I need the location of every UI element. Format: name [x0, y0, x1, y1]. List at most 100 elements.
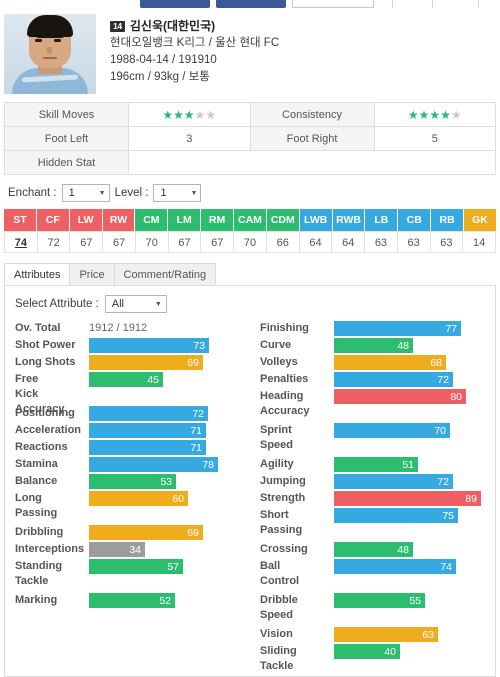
- attribute-value: 72: [437, 475, 449, 488]
- tab-price[interactable]: Price: [69, 263, 115, 285]
- attribute-name: Curve: [260, 339, 292, 351]
- cut-off-input[interactable]: [292, 0, 374, 8]
- attribute-name: Dribbling: [15, 526, 64, 538]
- attribute-bar: 51: [334, 457, 418, 472]
- attribute-value: 72: [192, 407, 204, 420]
- attribute-value: 89: [465, 492, 477, 505]
- attribute-row: Positioning 72: [5, 406, 250, 423]
- position-value-cf: 72: [37, 231, 71, 253]
- attribute-bar: 63: [334, 627, 438, 642]
- position-value-lm: 67: [168, 231, 202, 253]
- attribute-value: 80: [450, 390, 462, 403]
- attribute-value: 71: [190, 441, 202, 454]
- attribute-filter-label: Select Attribute :: [15, 298, 99, 310]
- attribute-value: 55: [409, 594, 421, 607]
- attribute-name: Agility: [260, 458, 294, 470]
- attribute-row: Shot Power 73: [5, 338, 250, 355]
- foot-right-value: 5: [373, 126, 496, 151]
- cut-off-cell-divider-3: [478, 0, 479, 8]
- attribute-bar: 72: [334, 372, 453, 387]
- player-club-line: 현대오일뱅크 K리그 / 울산 현대 FC: [110, 37, 280, 49]
- attribute-filter-select[interactable]: All ▼: [104, 295, 167, 313]
- chevron-down-icon: ▼: [190, 189, 198, 197]
- enchant-value: 1: [68, 187, 75, 199]
- attribute-bar: 71: [89, 440, 206, 455]
- attribute-bar: 48: [334, 338, 413, 353]
- attribute-name: Finishing: [260, 322, 309, 334]
- overall-total-row: Ov. Total 1912 / 1912: [5, 321, 250, 338]
- position-value-cdm: 66: [266, 231, 300, 253]
- attribute-row: Short Passing 75: [250, 508, 495, 536]
- position-label-lwb[interactable]: LWB: [299, 209, 333, 231]
- position-ratings: ST CF LW RW CM LM RM CAM CDM LWB RWB LB CB RB GK 74 72 6…: [4, 209, 497, 253]
- consistency-stars: ★★★★★: [373, 102, 496, 127]
- attribute-bar: 77: [334, 321, 461, 336]
- position-value-gk: 14: [463, 231, 497, 253]
- star-icon: ★: [183, 107, 195, 122]
- attribute-row: Curve 48: [250, 338, 495, 355]
- position-label-lb[interactable]: LB: [365, 209, 399, 231]
- position-value-rb: 63: [430, 231, 464, 253]
- cut-off-button-2[interactable]: [216, 0, 286, 8]
- star-icon: ★: [407, 107, 419, 122]
- attribute-name: Acceleration: [15, 424, 82, 436]
- attribute-name: Marking: [15, 594, 58, 606]
- attribute-bar: 48: [334, 542, 413, 557]
- position-value-lb: 63: [365, 231, 398, 253]
- attribute-value: 48: [397, 543, 409, 556]
- attribute-bar: 75: [334, 508, 458, 523]
- position-label-cb[interactable]: CB: [398, 209, 432, 231]
- tab-comment-rating[interactable]: Comment/Rating: [113, 263, 217, 285]
- attribute-row: Reactions 71: [5, 440, 250, 457]
- attribute-name: Short Passing: [260, 509, 303, 536]
- attribute-row: Ball Control 74: [250, 559, 495, 587]
- attribute-bar: 55: [334, 593, 425, 608]
- level-select[interactable]: 1 ▼: [153, 184, 202, 202]
- star-icon: ★: [205, 107, 217, 122]
- position-label-lm[interactable]: LM: [168, 209, 202, 231]
- position-label-lw[interactable]: LW: [69, 209, 103, 231]
- tab-attributes[interactable]: Attributes: [4, 263, 71, 285]
- player-name-line: 14 김신욱(대한민국): [110, 18, 279, 35]
- position-label-rw[interactable]: RW: [102, 209, 136, 231]
- attribute-value: 70: [434, 424, 446, 437]
- attributes-grid: Ov. Total 1912 / 1912 Shot Power 73 Long S…: [5, 319, 495, 676]
- attribute-row: Marking 52: [5, 593, 250, 610]
- attribute-value: 77: [445, 322, 457, 335]
- position-value-row: 74 72 67 67 70 67 67 70 66 64 64 63 63 63 14: [4, 231, 497, 253]
- position-label-rm[interactable]: RM: [201, 209, 235, 231]
- table-row: Hidden Stat: [4, 150, 496, 175]
- player-info: 14 김신욱(대한민국) 현대오일뱅크 K리그 / 울산 현대 FC 1988-…: [96, 14, 279, 94]
- attribute-row: Agility 51: [250, 457, 495, 474]
- player-header: 14 김신욱(대한민국) 현대오일뱅크 K리그 / 울산 현대 FC 1988-…: [0, 8, 500, 98]
- attribute-value: 63: [422, 628, 434, 641]
- attribute-row: Interceptions 34: [5, 542, 250, 559]
- attribute-name: Sprint Speed: [260, 424, 294, 451]
- attribute-row: Penalties 72: [250, 372, 495, 389]
- attribute-bar: 71: [89, 423, 206, 438]
- position-label-gk[interactable]: GK: [464, 209, 496, 231]
- position-label-st[interactable]: ST: [4, 209, 37, 231]
- attribute-bar: 52: [89, 593, 175, 608]
- foot-left-label: Foot Left: [4, 126, 129, 151]
- hidden-stat-value: [128, 150, 496, 175]
- position-label-cm[interactable]: CM: [135, 209, 169, 231]
- cut-off-button-1[interactable]: [140, 0, 210, 8]
- attribute-value: 57: [167, 560, 179, 573]
- attribute-row: Sprint Speed 70: [250, 423, 495, 451]
- attribute-value: 40: [384, 645, 396, 658]
- position-label-rwb[interactable]: RWB: [332, 209, 366, 231]
- attribute-name: Standing Tackle: [15, 560, 63, 587]
- position-label-cam[interactable]: CAM: [234, 209, 267, 231]
- star-icon: ★: [173, 107, 184, 122]
- level-label: Level :: [114, 187, 149, 199]
- position-value-lwb: 64: [299, 231, 333, 253]
- attribute-bar: 72: [89, 406, 208, 421]
- position-label-cdm[interactable]: CDM: [266, 209, 300, 231]
- attribute-value: 53: [160, 475, 172, 488]
- position-label-rb[interactable]: RB: [431, 209, 465, 231]
- position-label-cf[interactable]: CF: [36, 209, 70, 231]
- attribute-row: Balance 53: [5, 474, 250, 491]
- enchant-select[interactable]: 1 ▼: [61, 184, 110, 202]
- position-value-lw: 67: [70, 231, 104, 253]
